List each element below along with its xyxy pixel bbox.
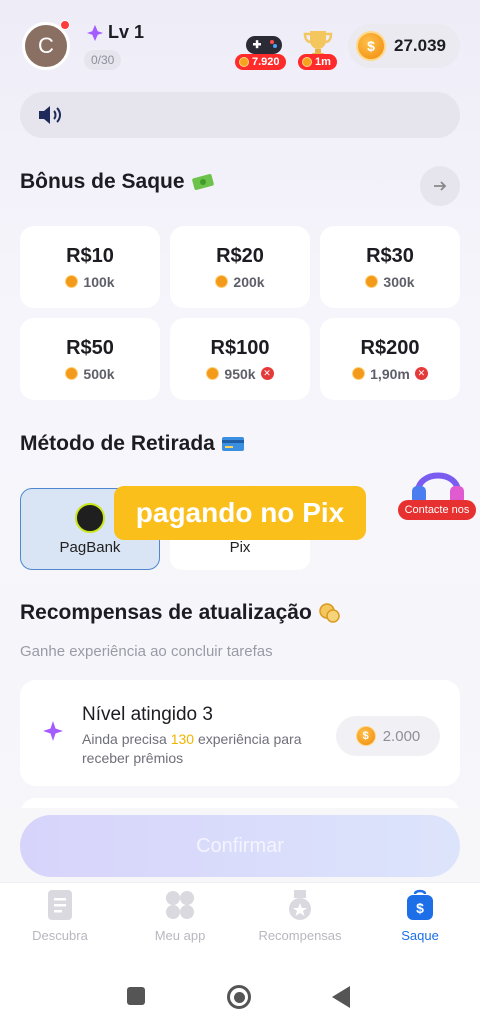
nav-descubra[interactable]: Descubra <box>0 888 120 943</box>
locked-icon: ✕ <box>260 367 274 380</box>
coin-icon <box>302 57 312 67</box>
coin-icon <box>206 367 220 380</box>
trophy-badge: 1m <box>298 54 337 70</box>
rewards-subtitle: Ganhe experiência ao concluir tarefas <box>20 643 273 660</box>
coin-icon: $ <box>355 726 376 746</box>
coin-icon <box>215 275 229 288</box>
recent-apps-button[interactable] <box>127 987 145 1005</box>
coin-icon <box>65 275 79 288</box>
coin-balance-value: 27.039 <box>394 36 446 55</box>
notification-dot <box>60 20 70 30</box>
withdraw-title: Método de Retirada <box>20 432 245 456</box>
coin-icon <box>65 367 79 380</box>
bonus-card-100[interactable]: R$100 950k ✕ <box>170 318 310 400</box>
bonus-title: Bônus de Saque <box>20 170 215 194</box>
level-label: Lv 1 <box>108 22 145 42</box>
coin-icon <box>239 57 249 67</box>
avatar-letter: C <box>38 33 54 58</box>
contact-support-button[interactable]: Contacte nos <box>398 500 476 520</box>
nav-saque[interactable]: $ Saque <box>360 888 480 943</box>
reward-description: Ainda precisa 130 experiência para receb… <box>82 731 302 766</box>
nav-meu-app[interactable]: Meu app <box>120 888 240 943</box>
nav-recompensas[interactable]: Recompensas <box>240 888 360 943</box>
promo-overlay: pagando no Pix <box>114 486 366 540</box>
bonus-card-30[interactable]: R$30 300k <box>320 226 460 308</box>
coin-icon <box>365 275 379 288</box>
home-button[interactable] <box>227 985 251 1009</box>
back-button[interactable] <box>332 986 350 1008</box>
wallet-icon: $ <box>407 889 433 920</box>
svg-text:$: $ <box>416 900 424 916</box>
coins-icon <box>319 603 340 623</box>
bonus-card-10[interactable]: R$10 100k <box>20 226 160 308</box>
bonus-card-50[interactable]: R$50 500k <box>20 318 160 400</box>
document-icon <box>48 890 72 920</box>
arrow-right-icon <box>434 181 447 191</box>
announcement-bar[interactable] <box>20 92 460 138</box>
bonus-card-200[interactable]: R$200 1,90m ✕ <box>320 318 460 400</box>
coin-icon <box>352 367 366 380</box>
medal-icon <box>289 890 311 920</box>
locked-icon: ✕ <box>414 367 428 380</box>
game-coins-badge: 7.920 <box>235 54 286 70</box>
grid-icon <box>166 891 194 919</box>
sparkle-icon <box>43 721 63 741</box>
diamond-icon <box>86 24 104 41</box>
speaker-icon <box>39 106 61 124</box>
level-indicator: Lv 1 <box>86 22 144 43</box>
card-icon <box>221 437 244 451</box>
rewards-title: Recompensas de atualização <box>20 601 342 625</box>
reward-remaining-xp: 130 <box>170 731 195 747</box>
bonus-card-20[interactable]: R$20 200k <box>170 226 310 308</box>
reward-amount: $ 2.000 <box>336 716 440 756</box>
bonus-more-button[interactable] <box>420 166 460 206</box>
xp-progress: 0/30 <box>84 50 122 70</box>
pagbank-logo-icon <box>75 502 105 533</box>
money-icon <box>191 174 214 190</box>
confirm-button[interactable]: Confirmar <box>20 815 460 877</box>
coin-icon: $ <box>356 31 386 61</box>
coin-balance[interactable]: $ 27.039 <box>348 24 460 68</box>
reward-title: Nível atingido 3 <box>82 704 213 725</box>
